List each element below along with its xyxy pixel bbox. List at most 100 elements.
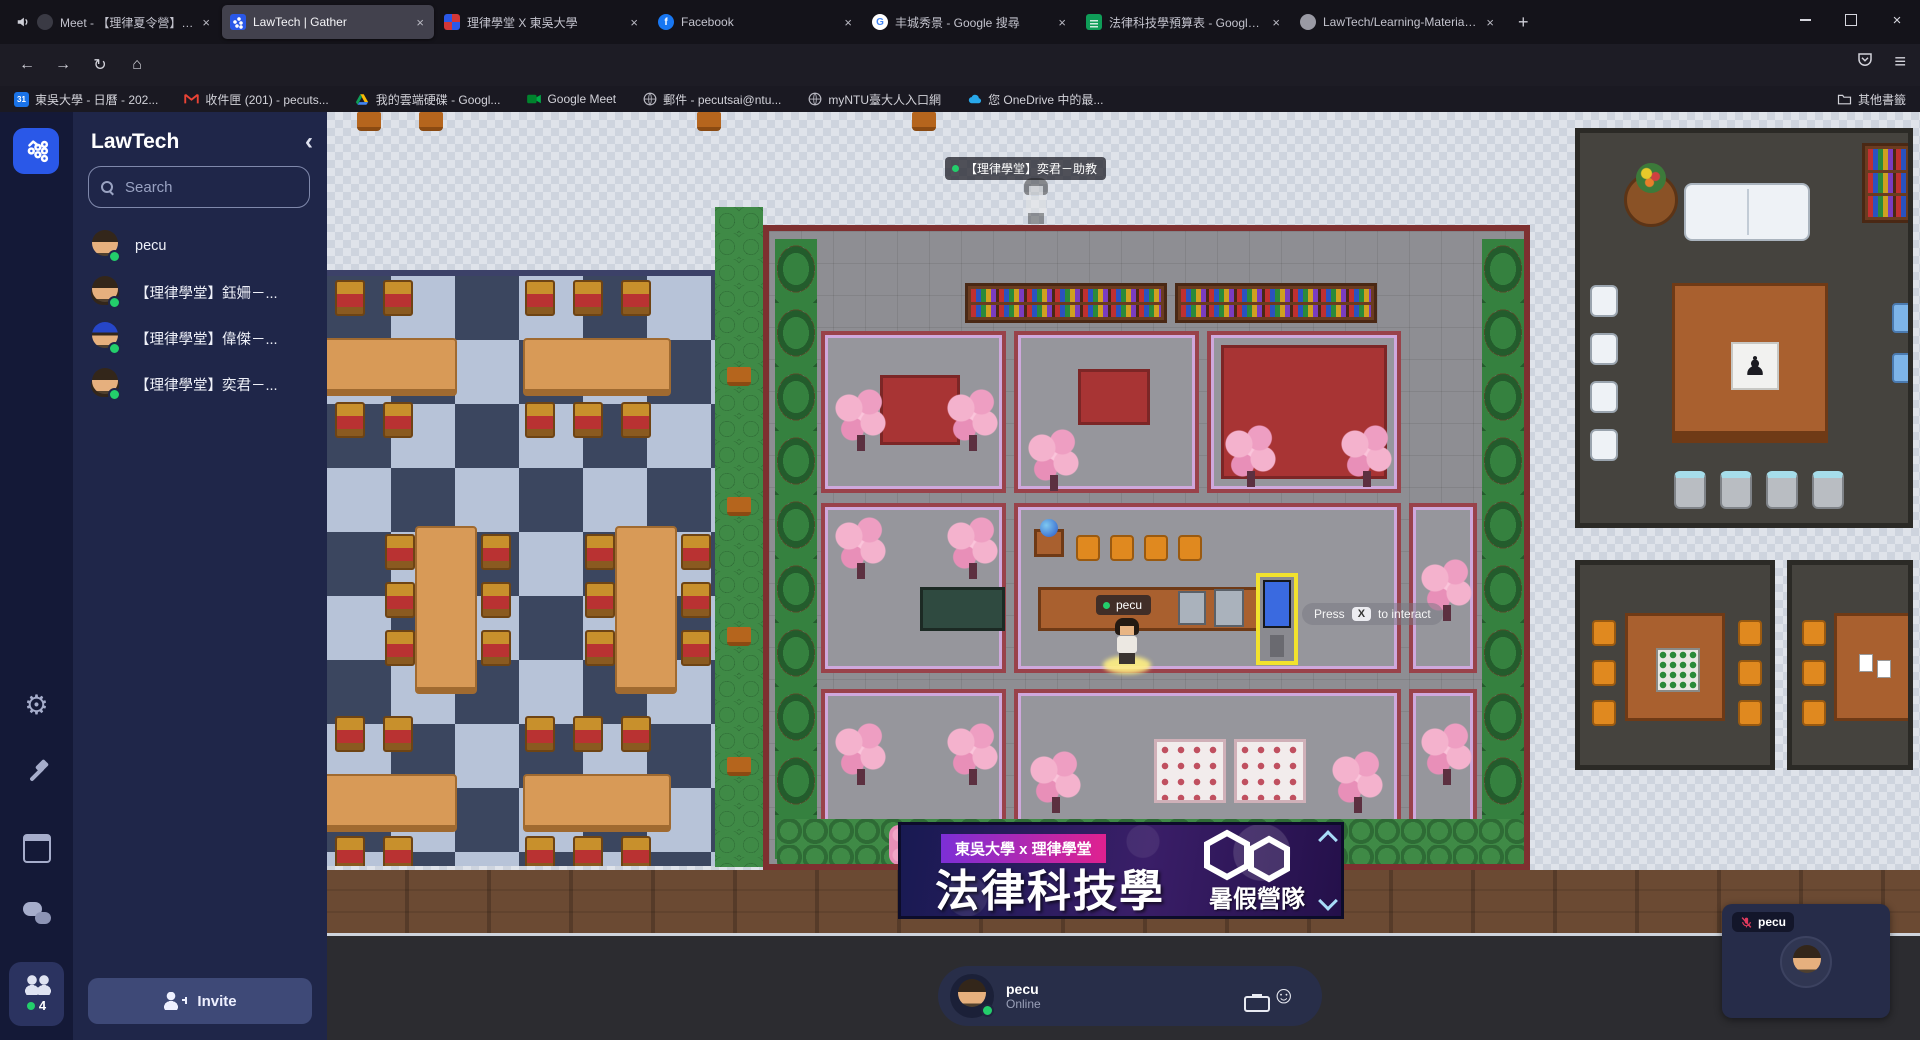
status-dot (108, 250, 121, 263)
menu-icon[interactable]: ≡ (1894, 51, 1906, 74)
table (1625, 613, 1725, 721)
pocket-icon[interactable] (1856, 51, 1874, 74)
tab-github[interactable]: LawTech/Learning-Materials a... × (1292, 5, 1504, 39)
tab-lawtech-gather[interactable]: LawTech | Gather × (222, 5, 434, 39)
bookmark-calendar[interactable]: 31東吳大學 - 日曆 - 202... (14, 91, 158, 108)
game-room (1575, 560, 1775, 770)
tab-audio-icon[interactable] (16, 15, 30, 29)
chair (525, 280, 555, 316)
self-video-tile[interactable]: pecu (1722, 904, 1890, 1018)
tab-close-icon[interactable]: × (1056, 15, 1068, 30)
search-box[interactable] (88, 166, 310, 208)
mic-muted-icon (1740, 916, 1753, 929)
table (1834, 613, 1913, 721)
computer-kiosk[interactable] (1214, 589, 1244, 627)
participant-row[interactable]: pecu (88, 226, 166, 266)
folder-icon (1837, 92, 1852, 107)
tab-meet[interactable]: Meet - 【理律夏令營】線上會... × (8, 5, 220, 39)
other-bookmarks-button[interactable]: 其他書籤 (1837, 91, 1906, 108)
tab-lilee-soochow[interactable]: 理律學堂 X 東吳大學 × (436, 5, 648, 39)
gather-logo[interactable] (13, 128, 59, 174)
chair (681, 534, 711, 570)
bookmark-myntu[interactable]: myNTU臺大人入口網 (807, 91, 941, 108)
chair (621, 402, 651, 438)
chat-button[interactable] (0, 902, 73, 924)
collapse-panel-button[interactable]: ‹ (305, 128, 313, 156)
chair (335, 280, 365, 316)
bookmark-gmail[interactable]: 收件匣 (201) - pecuts... (184, 91, 328, 108)
potted-plant (357, 112, 381, 131)
tab-facebook[interactable]: f Facebook × (650, 5, 862, 39)
scroll-up-icon[interactable] (1318, 830, 1338, 850)
chair (621, 280, 651, 316)
scroll-down-icon[interactable] (1318, 891, 1338, 911)
tab-close-icon[interactable]: × (628, 15, 640, 30)
tab-google-sheets[interactable]: 法律科技學預算表 - Google 試... × (1078, 5, 1290, 39)
window-controls: × (1782, 0, 1920, 40)
back-button[interactable]: ← (12, 51, 42, 79)
participant-row[interactable]: 【理律學堂】偉傑－... (88, 318, 278, 358)
onedrive-icon (967, 92, 982, 107)
emote-button[interactable]: ☺ (1271, 985, 1296, 1007)
sheets-favicon (1086, 14, 1102, 30)
calendar-button[interactable] (0, 834, 73, 863)
cherry-blossom-tree (943, 721, 1003, 781)
gather-favicon (230, 14, 246, 30)
chair (1892, 303, 1912, 333)
bookmark-ntu-mail[interactable]: 郵件 - pecutsai@ntu... (642, 91, 781, 108)
forward-button[interactable]: → (48, 51, 78, 79)
chair (335, 836, 365, 866)
tab-close-icon[interactable]: × (842, 15, 854, 30)
potted-plant (697, 112, 721, 131)
home-button[interactable]: ⌂ (122, 51, 152, 79)
chair (1738, 660, 1762, 686)
settings-button[interactable]: ⚙ (0, 690, 73, 721)
chair (573, 836, 603, 866)
player-avatar-sprite[interactable] (1110, 618, 1144, 670)
floral-rug (1234, 739, 1306, 803)
machine (1178, 591, 1206, 625)
globe-icon (807, 92, 822, 107)
tab-close-icon[interactable]: × (1270, 15, 1282, 30)
google-favicon: G (872, 14, 888, 30)
online-dot (27, 1002, 35, 1010)
invite-button[interactable]: Invite (88, 978, 312, 1024)
chair (1674, 471, 1706, 509)
video-tile-avatar (1780, 936, 1832, 988)
bookmark-label: 收件匣 (201) - pecuts... (205, 91, 328, 108)
self-avatar[interactable] (950, 974, 994, 1018)
chair (681, 630, 711, 666)
bookmark-onedrive[interactable]: 您 OneDrive 中的最... (967, 91, 1103, 108)
chair (481, 630, 511, 666)
room (821, 331, 1006, 493)
gather-map-canvas[interactable]: ♟ (327, 112, 1920, 1040)
tab-close-icon[interactable]: × (200, 15, 212, 30)
camp-banner[interactable]: 東吳大學 x 理律學堂 法律科技學 暑假營隊 (898, 822, 1344, 919)
bookmark-drive[interactable]: 我的雲端硬碟 - Googl... (355, 91, 501, 108)
window-close-button[interactable]: × (1874, 0, 1920, 40)
new-tab-button[interactable]: + (1506, 8, 1541, 37)
room (821, 503, 1006, 673)
tab-close-icon[interactable]: × (414, 15, 426, 30)
participants-button[interactable]: 4 (9, 962, 64, 1026)
highlighted-computer[interactable] (1256, 573, 1298, 665)
window-maximize-button[interactable] (1828, 0, 1874, 40)
tab-google-search[interactable]: G 丰城秀景 - Google 搜尋 × (864, 5, 1076, 39)
room (1014, 689, 1401, 837)
tab-close-icon[interactable]: × (1484, 15, 1496, 30)
chair (383, 280, 413, 316)
search-input[interactable] (123, 178, 287, 197)
participant-row[interactable]: 【理律學堂】奕君－... (88, 364, 278, 404)
window-minimize-button[interactable] (1782, 0, 1828, 40)
assistant-nameplate: 【理律學堂】奕君－助教 (945, 157, 1106, 180)
bookmark-meet[interactable]: Google Meet (526, 92, 616, 107)
reload-button[interactable]: ↻ (85, 51, 115, 79)
status-dot (108, 296, 121, 309)
bookmark-label: myNTU臺大人入口網 (828, 91, 941, 108)
chair (1590, 285, 1618, 317)
blackboard[interactable] (920, 587, 1005, 631)
tab-title: Meet - 【理律夏令營】線上會... (60, 14, 193, 31)
build-button[interactable] (0, 760, 73, 786)
checkers-board[interactable] (1656, 648, 1700, 692)
participant-row[interactable]: 【理律學堂】鈺姍－... (88, 272, 278, 312)
